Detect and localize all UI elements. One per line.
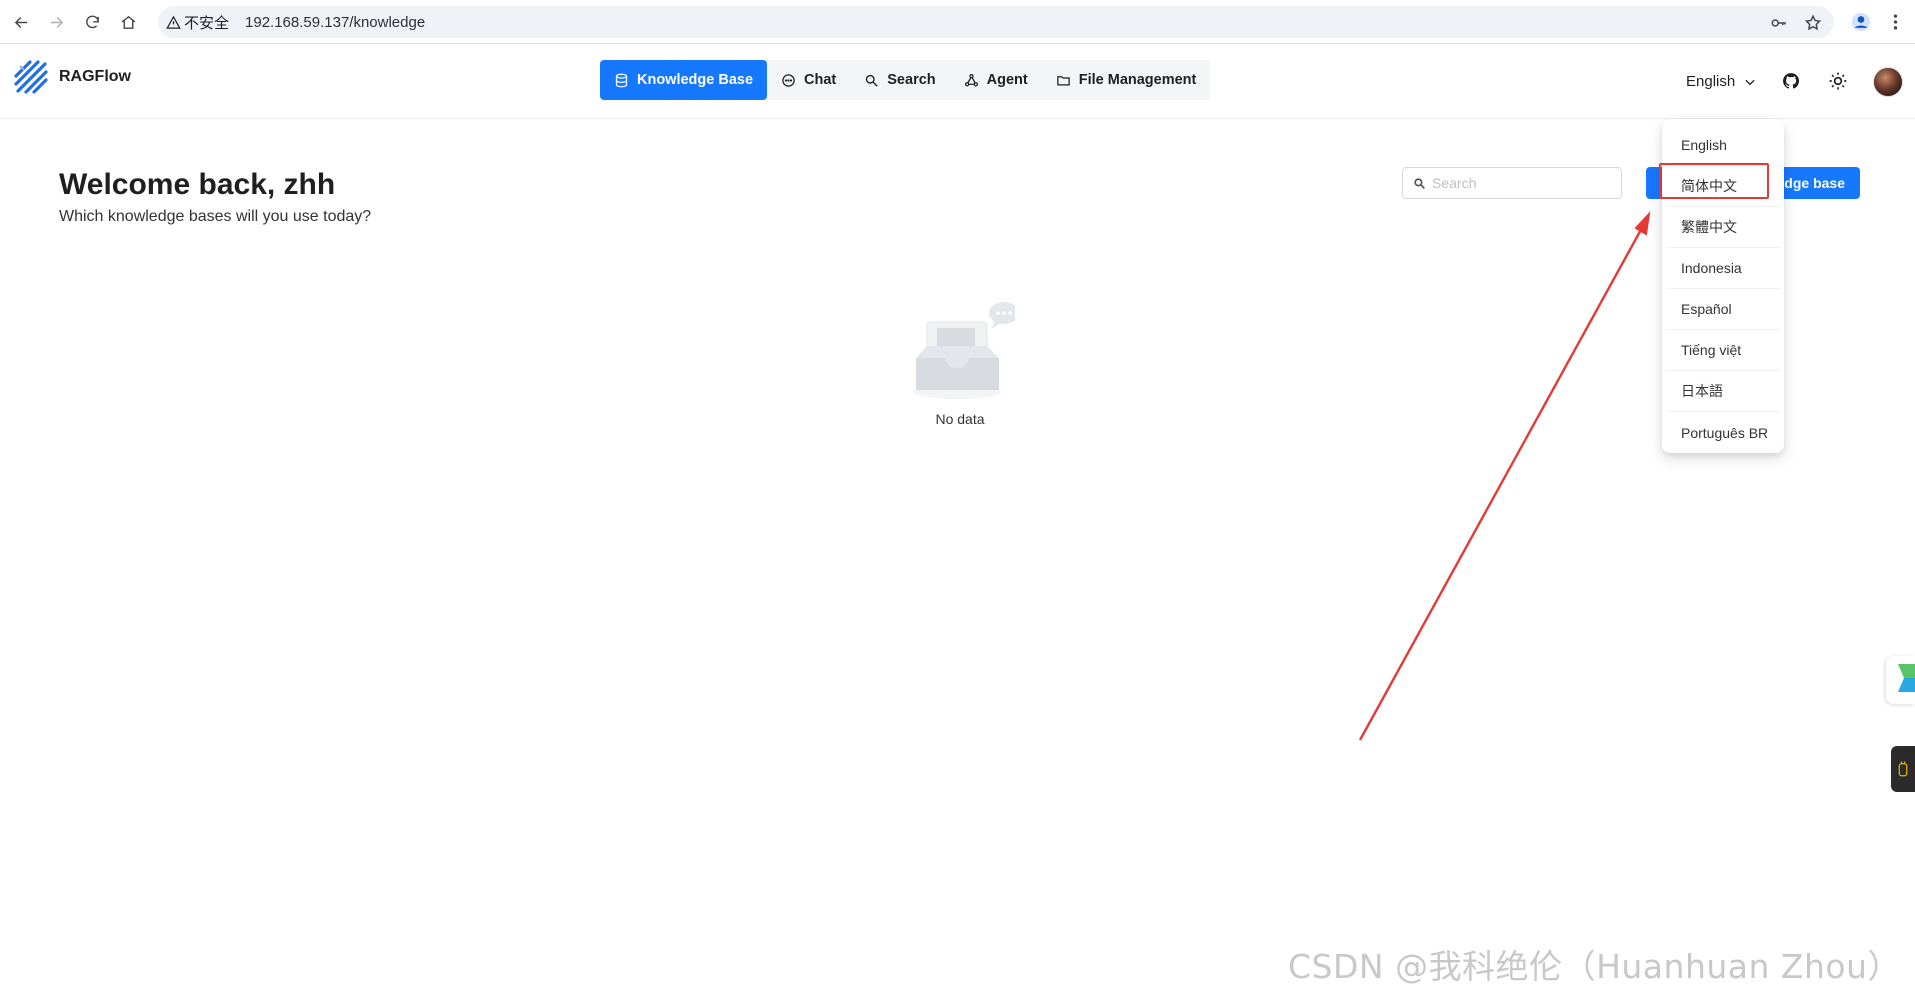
page-title: Welcome back, zhh (59, 168, 336, 201)
ragflow-logo-icon (14, 60, 48, 94)
browser-menu-icon[interactable] (1885, 9, 1905, 35)
empty-inbox-icon (913, 302, 1015, 399)
annotation-arrow (1358, 210, 1651, 741)
url-text[interactable]: 192.168.59.137/knowledge (245, 14, 425, 31)
language-selector[interactable]: English (1686, 73, 1757, 90)
tab-agent[interactable]: Agent (950, 60, 1042, 100)
language-option-portuguese-br[interactable]: Português BR (1666, 412, 1780, 453)
folder-icon (1056, 75, 1070, 85)
search-icon (866, 74, 878, 87)
browser-profile-icon[interactable] (1848, 9, 1874, 35)
theme-sun-icon[interactable] (1827, 70, 1849, 92)
page-subtitle: Which knowledge bases will you use today… (59, 208, 372, 225)
annotation-highlight-box (1659, 163, 1769, 199)
warning-triangle-icon (166, 15, 181, 29)
language-option-traditional-chinese[interactable]: 繁體中文 (1666, 207, 1780, 248)
chat-bubble-icon (782, 73, 795, 87)
forward-icon[interactable] (43, 9, 69, 35)
tab-search[interactable]: Search (850, 60, 949, 100)
github-icon[interactable] (1780, 70, 1802, 92)
tab-chat[interactable]: Chat (767, 60, 850, 100)
tab-file-management[interactable]: File Management (1042, 60, 1211, 100)
main-nav: Knowledge Base Chat Search Agent File Ma… (600, 60, 1211, 100)
knowledge-search[interactable] (1402, 167, 1622, 199)
language-selector-label: English (1686, 73, 1736, 90)
back-icon[interactable] (8, 9, 34, 35)
app-header: RAGFlow Knowledge Base Chat Search Agent… (0, 45, 1915, 119)
side-widget-icon[interactable] (1886, 656, 1915, 704)
address-bar[interactable]: 不安全 192.168.59.137/knowledge (158, 6, 1834, 38)
password-key-icon[interactable] (1770, 14, 1788, 32)
user-avatar[interactable] (1873, 67, 1903, 97)
language-option-japanese[interactable]: 日本語 (1666, 371, 1780, 412)
database-icon (615, 73, 628, 87)
home-icon[interactable] (115, 9, 141, 35)
reload-icon[interactable] (79, 9, 105, 35)
agent-graph-icon (964, 73, 978, 86)
empty-state-text: No data (935, 411, 985, 427)
bookmark-star-icon[interactable] (1804, 14, 1822, 32)
watermark-text: CSDN @我科绝伦（Huanhuan Zhou） (1288, 947, 1902, 986)
browser-toolbar: 不安全 192.168.59.137/knowledge (0, 0, 1915, 44)
search-icon (1414, 177, 1425, 189)
language-option-spanish[interactable]: Español (1666, 289, 1780, 330)
security-label: 不安全 (184, 14, 230, 32)
security-indicator[interactable]: 不安全 (166, 12, 229, 33)
tab-knowledge-base[interactable]: Knowledge Base (600, 60, 768, 100)
language-option-english[interactable]: English (1666, 125, 1780, 166)
search-input[interactable] (1432, 175, 1612, 191)
chevron-down-icon (1745, 79, 1755, 85)
language-option-indonesia[interactable]: Indonesia (1666, 248, 1780, 289)
language-option-vietnamese[interactable]: Tiếng việt (1666, 330, 1780, 371)
brand-name: RAGFlow (59, 68, 131, 85)
side-tool-icon[interactable] (1891, 746, 1915, 792)
create-button-label: dge base (1784, 175, 1845, 191)
